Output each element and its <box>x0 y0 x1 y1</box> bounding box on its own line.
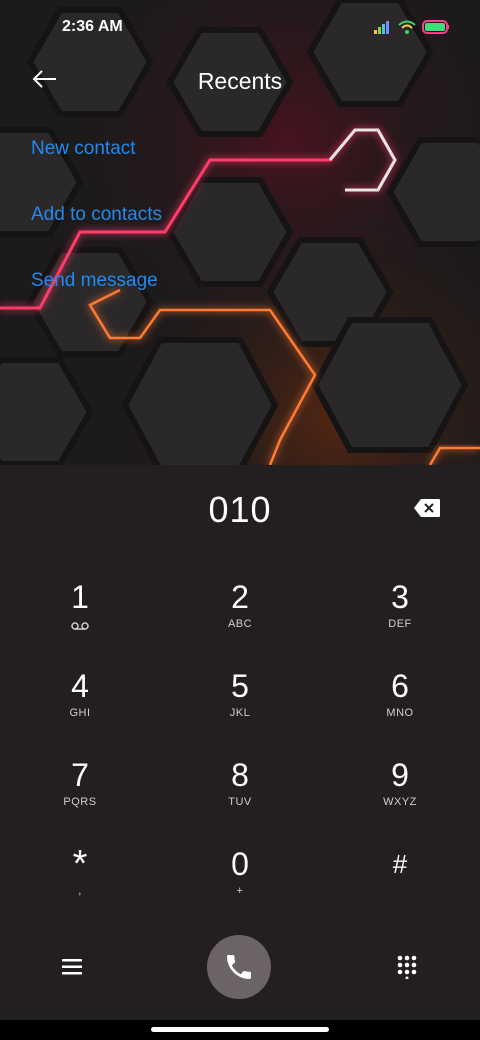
dialed-number: 010 <box>208 489 272 530</box>
key-digit: 4 <box>71 668 89 704</box>
voicemail-icon <box>20 618 140 632</box>
key-letters: WXYZ <box>383 796 417 808</box>
top-app-bar: Recents <box>0 56 480 108</box>
key-digit: 2 <box>231 579 249 615</box>
status-time: 2:36 AM <box>62 18 123 35</box>
key-2[interactable]: 2 ABC <box>180 578 300 658</box>
key-hash[interactable]: # <box>340 845 460 925</box>
wifi-icon <box>398 20 416 39</box>
key-digit: 3 <box>391 579 409 615</box>
add-to-contacts-link[interactable]: Add to contacts <box>31 204 162 226</box>
key-letters: ABC <box>227 618 253 630</box>
key-letters: JKL <box>229 707 251 719</box>
status-icons <box>374 20 450 39</box>
key-letters: + <box>236 885 244 897</box>
key-9[interactable]: 9 WXYZ <box>340 756 460 836</box>
key-digit: 6 <box>391 668 409 704</box>
key-digit: 9 <box>391 757 409 793</box>
key-letters: , <box>78 885 82 897</box>
key-letters: DEF <box>388 618 412 630</box>
key-7[interactable]: 7 PQRS <box>20 756 140 836</box>
key-digit: 7 <box>71 757 89 793</box>
backspace-icon[interactable] <box>413 498 441 518</box>
battery-icon <box>422 20 450 39</box>
key-star[interactable]: * , <box>20 845 140 925</box>
send-message-link[interactable]: Send message <box>31 270 158 292</box>
dialpad-panel: 010 1 2 ABC 3 DEF 4 GHI 5 JKL 6 MNO 7 PQ… <box>0 465 480 1040</box>
key-letters: GHI <box>69 707 91 719</box>
key-letters: TUV <box>228 796 252 808</box>
dialer-bottom-bar <box>0 935 480 1005</box>
key-digit: 1 <box>71 579 89 615</box>
status-bar: 2:36 AM <box>0 0 480 56</box>
menu-icon[interactable] <box>62 958 84 976</box>
key-4[interactable]: 4 GHI <box>20 667 140 747</box>
key-letters: MNO <box>386 707 414 719</box>
key-1[interactable]: 1 <box>20 578 140 658</box>
key-digit: # <box>392 849 408 879</box>
key-digit: 8 <box>231 757 249 793</box>
call-button[interactable] <box>207 935 271 999</box>
key-3[interactable]: 3 DEF <box>340 578 460 658</box>
phone-icon <box>223 951 255 988</box>
dialpad-icon[interactable] <box>397 955 417 980</box>
key-6[interactable]: 6 MNO <box>340 667 460 747</box>
key-0[interactable]: 0 + <box>180 845 300 925</box>
key-5[interactable]: 5 JKL <box>180 667 300 747</box>
new-contact-link[interactable]: New contact <box>31 138 136 160</box>
key-letters: PQRS <box>63 796 97 808</box>
home-indicator[interactable] <box>151 1027 329 1032</box>
key-digit: * <box>72 843 88 885</box>
key-digit: 0 <box>231 846 249 882</box>
page-title: Recents <box>197 68 283 94</box>
signal-icon <box>374 20 392 39</box>
key-8[interactable]: 8 TUV <box>180 756 300 836</box>
key-digit: 5 <box>231 668 249 704</box>
